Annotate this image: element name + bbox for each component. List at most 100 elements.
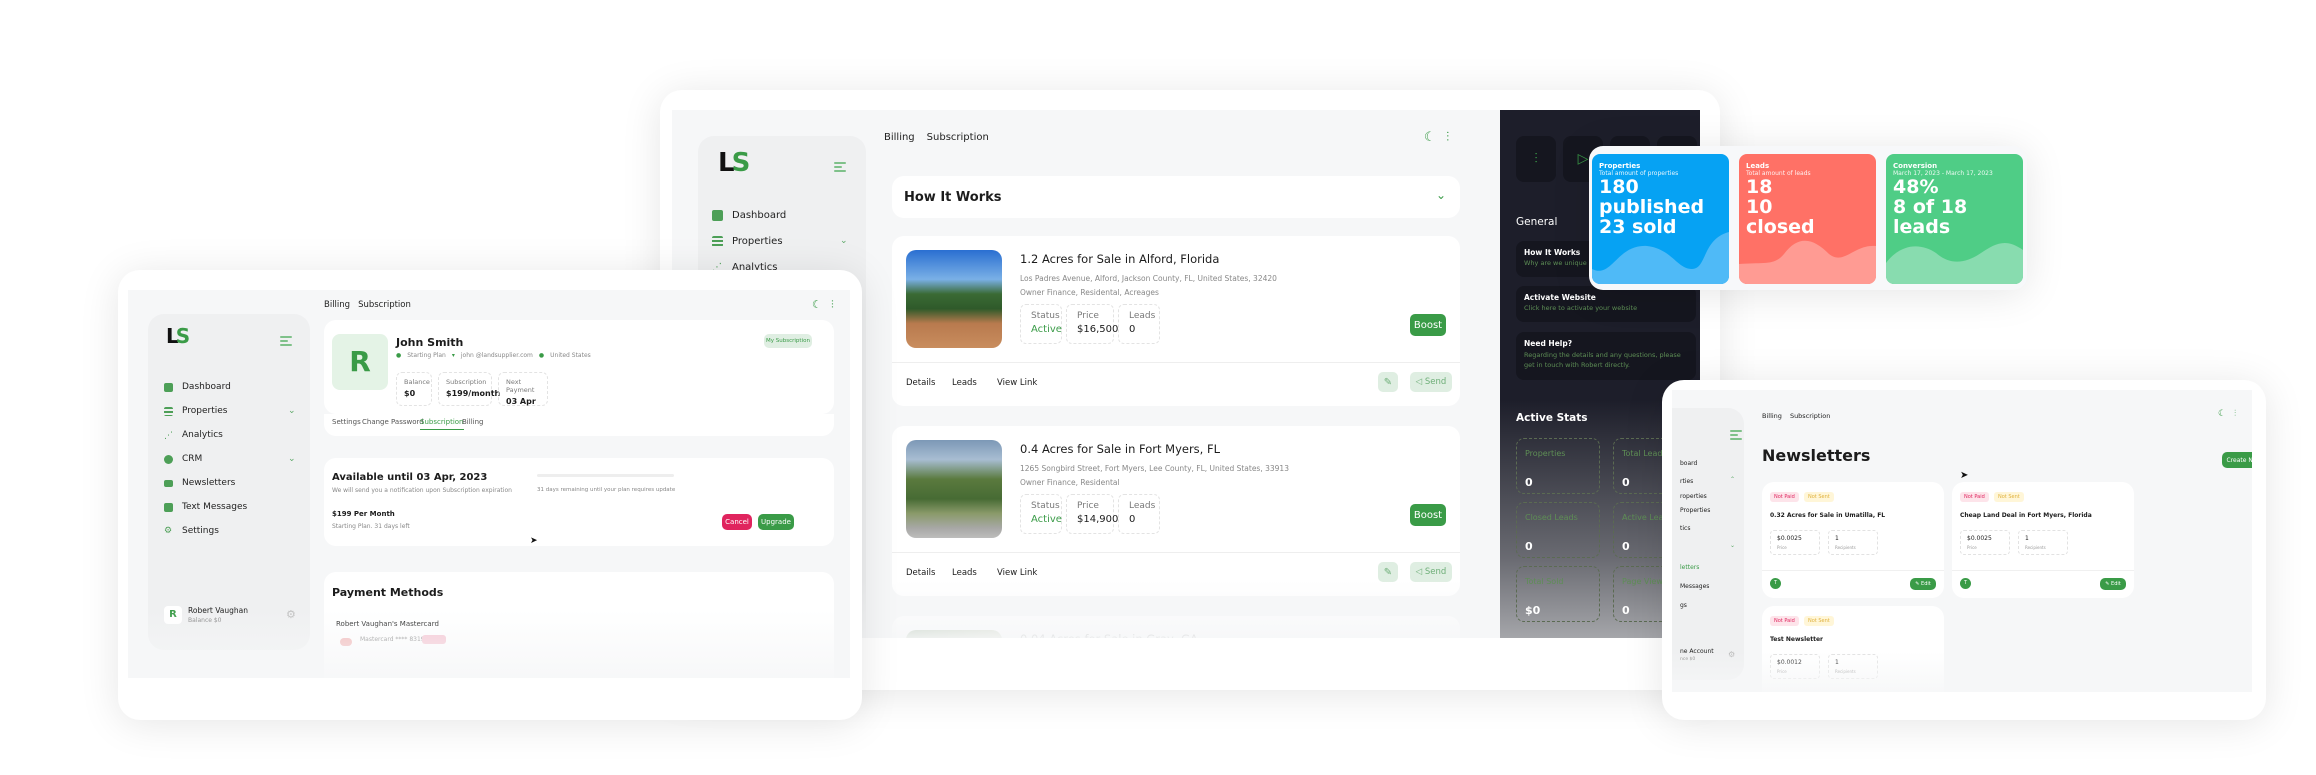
page-title: Newsletters xyxy=(1762,446,1871,465)
sidebar-item-settings[interactable]: ⚙ Settings xyxy=(164,526,219,536)
sidebar-item-properties[interactable]: Properties xyxy=(712,236,783,247)
collapse-menu-icon[interactable] xyxy=(1730,430,1742,440)
dark-mode-icon[interactable]: ☾ xyxy=(812,298,822,311)
sidebar-item-crm[interactable]: CRM xyxy=(164,454,202,464)
settings-sliders-icon[interactable]: ⫶ xyxy=(831,298,834,312)
mail-icon: ▾ xyxy=(451,352,455,359)
tab-billing[interactable]: Billing xyxy=(462,418,483,426)
chevron-down-icon[interactable]: ⌄ xyxy=(1436,188,1446,202)
sidebar-item-my-properties[interactable]: Properties xyxy=(1680,507,1710,514)
listing-action-view-link[interactable]: View Link xyxy=(997,378,1037,388)
settings-sliders-icon[interactable]: ⫶ xyxy=(2234,409,2236,419)
my-subscription-button[interactable]: My Subscription xyxy=(764,334,812,348)
listing-action-details[interactable]: Details xyxy=(906,568,935,578)
price-box: $0.0025 Price xyxy=(1960,530,2010,555)
nav-billing[interactable]: Billing xyxy=(884,132,915,143)
listing-card: 1.2 Acres for Sale in Alford, Florida Lo… xyxy=(892,236,1460,406)
edit-button[interactable]: ✎ xyxy=(1378,372,1398,392)
sliders-tile[interactable]: ⫶ xyxy=(1516,136,1556,182)
logo: LS xyxy=(718,148,750,178)
activate-website-item[interactable]: Activate Website Click here to activate … xyxy=(1516,286,1696,322)
boost-button[interactable]: Boost xyxy=(1410,504,1446,526)
listing-title[interactable]: 1.2 Acres for Sale in Alford, Florida xyxy=(1020,252,1219,266)
listing-address: Los Padres Avenue, Alford, Jackson Count… xyxy=(1020,274,1277,283)
listing-action-view-link[interactable]: View Link xyxy=(997,568,1037,578)
divider xyxy=(1762,570,1944,571)
breadcrumb: Billing Subscription xyxy=(884,132,989,143)
edit-button[interactable]: ✎ Edit xyxy=(1910,578,1936,590)
price-box: $0.0025 Price xyxy=(1770,530,1820,555)
send-button[interactable]: ◁ Send xyxy=(1410,562,1452,582)
chevron-down-icon[interactable]: ⌄ xyxy=(1730,542,1735,549)
tab-settings[interactable]: Settings xyxy=(332,418,361,426)
edit-button[interactable]: ✎ Edit xyxy=(2100,578,2126,590)
how-it-works-card[interactable]: How It Works ⌄ xyxy=(892,176,1460,218)
profile-name: John Smith xyxy=(396,336,464,349)
nav-billing[interactable]: Billing xyxy=(324,300,350,310)
sidebar-item-dashboard[interactable]: Dashboard xyxy=(712,210,786,221)
chevron-down-icon[interactable]: ⌄ xyxy=(288,406,296,416)
nav-subscription[interactable]: Subscription xyxy=(1790,412,1830,420)
property-photo[interactable] xyxy=(906,250,1002,348)
tab-change-password[interactable]: Change Password xyxy=(362,418,424,426)
upgrade-button[interactable]: Upgrade xyxy=(758,514,794,530)
need-help-item[interactable]: Need Help? Regarding the details and any… xyxy=(1516,332,1696,380)
kpi-properties-card[interactable]: Properties Total amount of properties 18… xyxy=(1592,154,1729,284)
tab-subscription[interactable]: Subscription xyxy=(420,418,464,430)
chevron-up-icon[interactable]: ⌃ xyxy=(1730,476,1735,483)
crm-icon xyxy=(164,454,173,464)
kpi-conversion-card[interactable]: Conversion March 17, 2023 - March 17, 20… xyxy=(1886,154,2023,284)
newsletter-title[interactable]: 0.32 Acres for Sale in Umatilla, FL xyxy=(1770,512,1885,519)
nav-billing[interactable]: Billing xyxy=(1762,412,1782,420)
dark-mode-icon[interactable]: ☾ xyxy=(1424,130,1436,145)
sidebar-item-dashboard[interactable]: board xyxy=(1680,460,1697,467)
listing-action-leads[interactable]: Leads xyxy=(952,378,977,388)
subscription-title: Available until 03 Apr, 2023 xyxy=(332,472,488,483)
chevron-down-icon[interactable]: ⌄ xyxy=(840,236,848,246)
cursor-icon: ➤ xyxy=(530,536,538,546)
property-photo[interactable] xyxy=(906,440,1002,538)
sidebar-item-dashboard[interactable]: Dashboard xyxy=(164,382,231,392)
boost-button[interactable]: Boost xyxy=(1410,314,1446,336)
cursor-icon: ➤ xyxy=(1960,470,1969,481)
send-button[interactable]: ◁ Send xyxy=(1410,372,1452,392)
dark-mode-icon[interactable]: ☾ xyxy=(2218,409,2226,419)
not-paid-badge: Not Paid xyxy=(1770,492,1799,502)
sidebar-item-newsletters[interactable]: Newsletters xyxy=(164,478,235,488)
sidebar-item-settings[interactable]: gs xyxy=(1680,602,1687,609)
message-icon xyxy=(164,502,173,512)
list-icon xyxy=(712,236,723,247)
sidebar-item-text-messages[interactable]: Text Messages xyxy=(164,502,247,512)
listing-action-leads[interactable]: Leads xyxy=(952,568,977,578)
analytics-icon: ⋰ xyxy=(164,430,173,441)
avatar: T xyxy=(1960,578,1971,589)
cancel-button[interactable]: Cancel xyxy=(722,514,752,530)
sidebar-item-analytics[interactable]: tics xyxy=(1680,525,1690,532)
listing-title[interactable]: 0.4 Acres for Sale in Fort Myers, FL xyxy=(1020,442,1220,456)
newsletter-title[interactable]: Test Newsletter xyxy=(1770,636,1823,643)
sidebar-item-text-messages[interactable]: Messages xyxy=(1680,583,1709,590)
listing-action-details[interactable]: Details xyxy=(906,378,935,388)
sidebar-item-properties[interactable]: Properties xyxy=(164,406,227,416)
settings-sliders-icon[interactable]: ⫶ xyxy=(1446,130,1449,145)
collapse-menu-icon[interactable] xyxy=(280,336,292,346)
breadcrumb: Billing Subscription xyxy=(324,300,411,310)
not-paid-badge: Not Paid xyxy=(1960,492,1989,502)
kpi-leads-card[interactable]: Leads Total amount of leads 18 10 closed xyxy=(1739,154,1876,284)
edit-button[interactable]: ✎ xyxy=(1378,562,1398,582)
newsletter-title[interactable]: Cheap Land Deal in Fort Myers, Florida xyxy=(1960,512,2092,519)
divider xyxy=(892,362,1460,363)
sidebar-item-analytics[interactable]: ⋰ Analytics xyxy=(164,430,223,441)
nav-subscription[interactable]: Subscription xyxy=(927,132,989,143)
stat-properties: Properties 0 xyxy=(1516,438,1600,494)
nav-subscription[interactable]: Subscription xyxy=(358,300,411,310)
sidebar-item-properties[interactable]: rties xyxy=(1680,478,1693,485)
chevron-down-icon[interactable]: ⌄ xyxy=(288,454,296,464)
sidebar-item-all-properties[interactable]: roperties xyxy=(1680,493,1707,500)
sidebar-item-newsletters[interactable]: letters xyxy=(1680,564,1699,571)
logo: LS xyxy=(166,324,190,348)
collapse-menu-icon[interactable] xyxy=(834,162,846,172)
subscription-progress-track xyxy=(537,474,674,477)
create-new-button[interactable]: Create New xyxy=(2222,452,2252,468)
dashboard-icon xyxy=(712,210,723,221)
